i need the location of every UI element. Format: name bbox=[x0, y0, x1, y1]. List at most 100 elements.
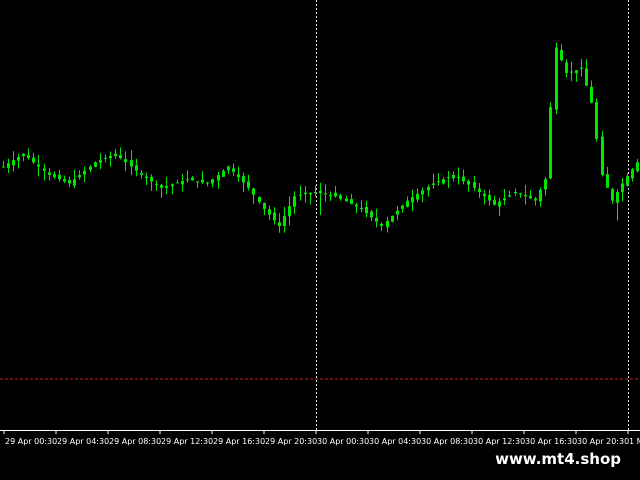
candle-body bbox=[304, 192, 307, 195]
candle-body bbox=[135, 165, 138, 171]
candle-body bbox=[595, 102, 598, 139]
candle-body bbox=[232, 168, 235, 172]
candle-body bbox=[380, 223, 383, 226]
candle-body bbox=[263, 202, 266, 209]
candle-body bbox=[89, 166, 92, 170]
candle-body bbox=[626, 176, 629, 186]
candle-body bbox=[339, 195, 342, 199]
candle-body bbox=[288, 206, 291, 217]
candle-body bbox=[43, 168, 46, 171]
candle-body bbox=[68, 179, 71, 184]
candle-body bbox=[186, 179, 189, 181]
candle-body bbox=[201, 179, 204, 183]
candle-body bbox=[242, 175, 245, 183]
candle-body bbox=[78, 175, 81, 178]
candle-body bbox=[160, 184, 163, 188]
candle-body bbox=[529, 195, 532, 199]
x-tick-label: 30 Apr 16:30 bbox=[525, 437, 577, 446]
candle-body bbox=[278, 222, 281, 226]
candle-body bbox=[329, 195, 332, 197]
candle-body bbox=[416, 193, 419, 200]
candle-body bbox=[555, 47, 558, 110]
candle-body bbox=[421, 190, 424, 195]
candle-body bbox=[140, 173, 143, 175]
candle-body bbox=[590, 86, 593, 103]
candle-body bbox=[580, 67, 583, 69]
candle-body bbox=[94, 162, 97, 167]
candle-body bbox=[150, 176, 153, 182]
candle-body bbox=[247, 181, 250, 188]
x-tick-label: 29 Apr 00:30 bbox=[5, 437, 57, 446]
x-tick-label: 29 Apr 20:30 bbox=[265, 437, 317, 446]
x-tick-label: 30 Apr 12:30 bbox=[473, 437, 525, 446]
candle-body bbox=[432, 183, 435, 185]
candle-body bbox=[606, 174, 609, 188]
candle-body bbox=[196, 181, 199, 183]
candle-body bbox=[171, 184, 174, 187]
candle-body bbox=[508, 195, 511, 197]
candle-body bbox=[227, 166, 230, 171]
x-tick-label: 29 Apr 12:30 bbox=[161, 437, 213, 446]
candle-body bbox=[483, 193, 486, 197]
candle-body bbox=[447, 177, 450, 179]
candle-body bbox=[334, 192, 337, 197]
candle-body bbox=[58, 174, 61, 180]
candle-body bbox=[17, 156, 20, 161]
candle-body bbox=[621, 183, 624, 192]
candle-body bbox=[299, 194, 302, 196]
candle-body bbox=[176, 182, 179, 184]
candle-body bbox=[365, 206, 368, 214]
x-tick-label: 30 Apr 20:30 bbox=[577, 437, 629, 446]
candle-body bbox=[309, 193, 312, 195]
candle-body bbox=[53, 174, 56, 178]
candle-body bbox=[324, 193, 327, 195]
candle-body bbox=[386, 220, 389, 228]
candle-body bbox=[534, 198, 537, 201]
candle-body bbox=[514, 192, 517, 194]
candle-body bbox=[570, 71, 573, 73]
candle-body bbox=[355, 204, 358, 207]
candle-body bbox=[155, 183, 158, 185]
candle-body bbox=[222, 170, 225, 177]
candle-body bbox=[217, 175, 220, 181]
candle-body bbox=[473, 182, 476, 188]
candle-body bbox=[7, 163, 10, 168]
x-tick-label: 30 Apr 04:30 bbox=[369, 437, 421, 446]
candle-body bbox=[631, 169, 634, 179]
candle-body bbox=[293, 196, 296, 207]
x-tick-label: 29 Apr 08:30 bbox=[109, 437, 161, 446]
candle-body bbox=[575, 70, 578, 74]
candle-body bbox=[319, 190, 322, 194]
candle-body bbox=[63, 179, 66, 182]
candle-body bbox=[73, 179, 76, 186]
candle-body bbox=[488, 195, 491, 201]
candle-body bbox=[462, 176, 465, 182]
candle-body bbox=[611, 189, 614, 201]
chart-canvas: 29 Apr 00:30 29 Apr 04:30 29 Apr 08:30 29 A… bbox=[0, 0, 640, 446]
candle-body bbox=[252, 188, 255, 195]
candle-body bbox=[411, 197, 414, 203]
candle-body bbox=[560, 50, 563, 61]
candle-body bbox=[524, 194, 527, 197]
candle-body bbox=[114, 153, 117, 157]
candle-body bbox=[37, 164, 40, 167]
candle-body bbox=[467, 180, 470, 185]
price-chart[interactable]: 29 Apr 00:30 29 Apr 04:30 29 Apr 08:30 29 A… bbox=[0, 0, 640, 450]
x-tick-label: 1 M bbox=[629, 437, 640, 446]
candle-body bbox=[145, 176, 148, 179]
candle-body bbox=[478, 188, 481, 192]
x-tick-label: 30 Apr 00:30 bbox=[317, 437, 369, 446]
candle-body bbox=[452, 175, 455, 179]
candle-body bbox=[191, 177, 194, 181]
candle-body bbox=[565, 62, 568, 73]
candle-body bbox=[401, 205, 404, 209]
candle-body bbox=[83, 170, 86, 175]
candle-body bbox=[2, 166, 5, 168]
candle-body bbox=[32, 157, 35, 163]
candle-body bbox=[124, 159, 127, 163]
candle-body bbox=[493, 199, 496, 205]
candle-body bbox=[22, 153, 25, 157]
candle-body bbox=[616, 192, 619, 203]
x-tick-label: 29 Apr 16:30 bbox=[213, 437, 265, 446]
candle-body bbox=[345, 198, 348, 202]
